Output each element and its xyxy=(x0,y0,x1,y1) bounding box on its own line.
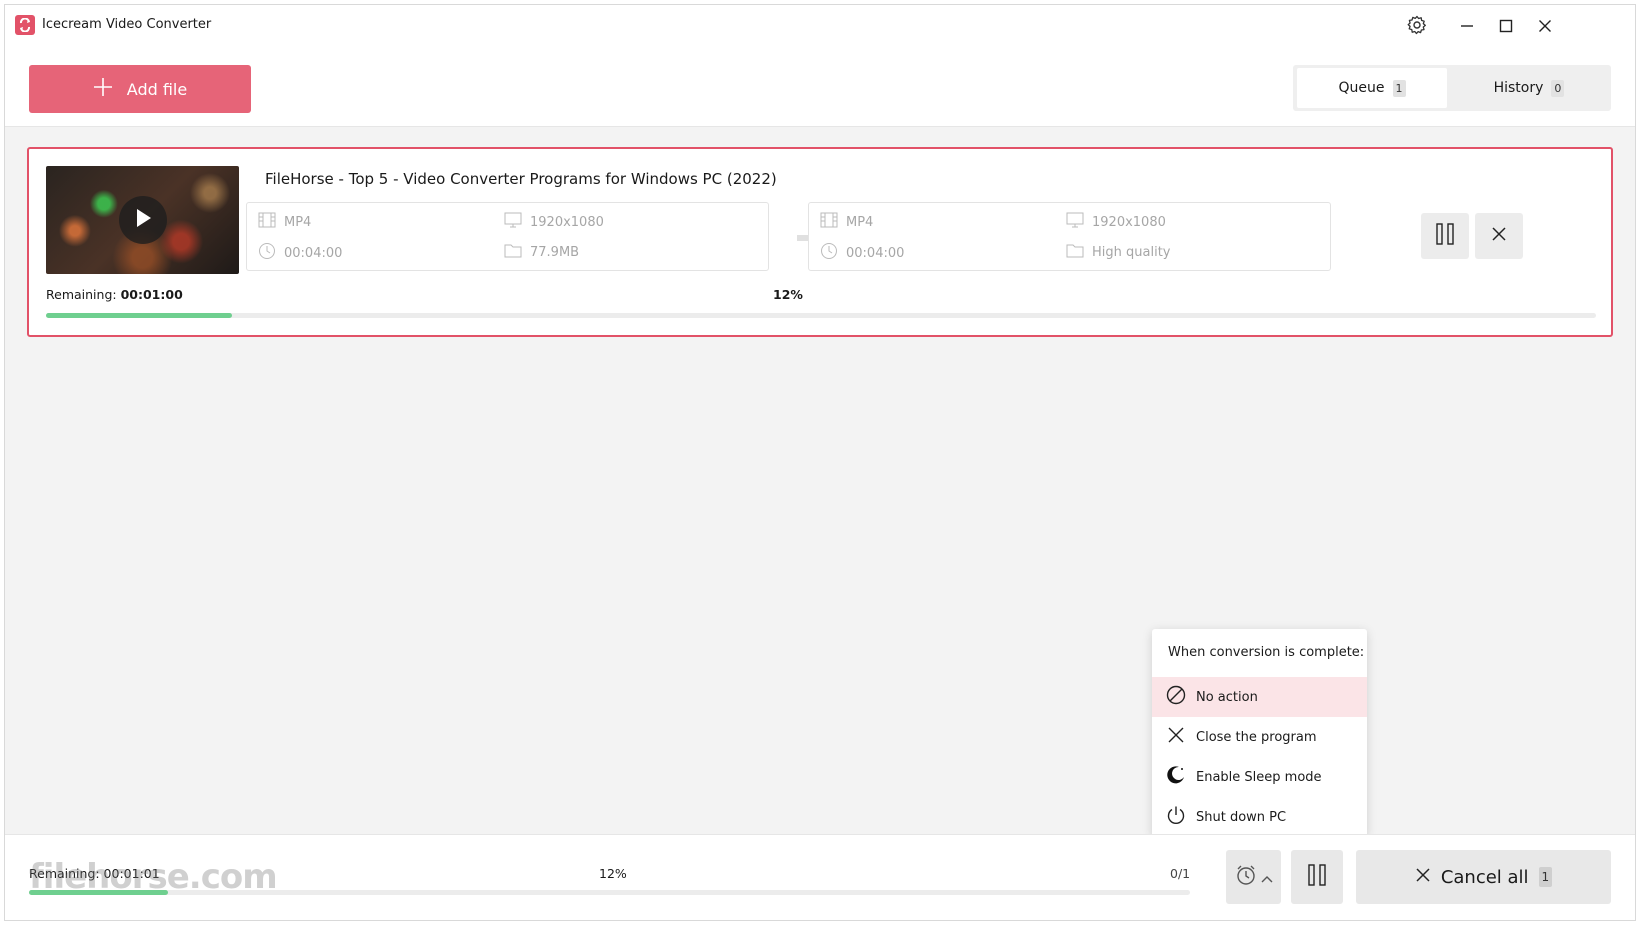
source-info-box: MP4 1920x1080 00:04:00 77.9MB xyxy=(246,202,769,271)
close-icon xyxy=(1166,725,1186,749)
no-action-icon xyxy=(1166,685,1186,709)
output-duration: 00:04:00 xyxy=(820,242,904,264)
chevron-up-icon xyxy=(1261,868,1273,887)
output-format-text: MP4 xyxy=(846,214,874,230)
output-quality-text: High quality xyxy=(1092,244,1171,260)
queue-item[interactable]: FileHorse - Top 5 - Video Converter Prog… xyxy=(27,147,1613,337)
source-size: 77.9MB xyxy=(504,242,579,262)
close-icon xyxy=(1538,18,1552,37)
output-settings-box[interactable]: MP4 1920x1080 00:04:00 High quality xyxy=(808,202,1331,271)
pause-icon xyxy=(1307,864,1327,890)
view-tabs: Queue 1 History 0 xyxy=(1293,65,1611,111)
close-window-button[interactable] xyxy=(1527,11,1563,43)
remove-item-button[interactable] xyxy=(1475,213,1523,259)
menu-item-label: Shut down PC xyxy=(1196,809,1287,825)
source-duration: 00:04:00 xyxy=(258,242,342,264)
video-thumbnail[interactable] xyxy=(46,166,239,274)
film-icon xyxy=(820,212,838,232)
item-progress-bar xyxy=(46,313,1596,318)
clock-icon xyxy=(258,242,276,264)
menu-item-close-program[interactable]: Close the program xyxy=(1152,717,1367,757)
monitor-icon xyxy=(1066,212,1084,232)
total-progress-fill xyxy=(29,890,169,895)
output-duration-text: 00:04:00 xyxy=(846,245,905,261)
plus-icon xyxy=(93,77,113,101)
folder-icon xyxy=(504,242,522,262)
source-format: MP4 xyxy=(258,212,311,232)
total-progress-bar xyxy=(29,890,1190,895)
item-progress-fill xyxy=(46,313,232,318)
title-bar: Icecream Video Converter xyxy=(5,5,1635,49)
file-title: FileHorse - Top 5 - Video Converter Prog… xyxy=(265,170,777,188)
moon-icon xyxy=(1166,765,1186,789)
source-size-text: 77.9MB xyxy=(530,244,580,260)
folder-icon xyxy=(1066,242,1084,262)
menu-item-sleep-mode[interactable]: Enable Sleep mode xyxy=(1152,757,1367,797)
source-resolution: 1920x1080 xyxy=(504,212,604,232)
menu-item-label: Close the program xyxy=(1196,729,1317,745)
cancel-all-button[interactable]: Cancel all 1 xyxy=(1356,850,1611,904)
maximize-button[interactable] xyxy=(1488,11,1524,43)
menu-item-shut-down[interactable]: Shut down PC xyxy=(1152,797,1367,837)
power-icon xyxy=(1166,805,1186,829)
app-window: Icecream Video Converter Add file Queue … xyxy=(5,5,1635,920)
output-quality: High quality xyxy=(1066,242,1170,262)
tab-queue-label: Queue xyxy=(1338,80,1385,96)
app-title: Icecream Video Converter xyxy=(42,17,212,32)
cancel-all-label: Cancel all xyxy=(1440,866,1529,888)
source-format-text: MP4 xyxy=(284,214,312,230)
tab-queue[interactable]: Queue 1 xyxy=(1297,68,1447,108)
alarm-clock-icon xyxy=(1235,864,1257,890)
item-remaining-label: Remaining: xyxy=(46,287,117,302)
source-duration-text: 00:04:00 xyxy=(284,245,343,261)
pause-all-button[interactable] xyxy=(1291,850,1343,904)
add-file-label: Add file xyxy=(126,79,188,99)
bottom-status-bar: Remaining: 00:01:01 12% 0/1 filehorse.co… xyxy=(5,834,1635,920)
output-format: MP4 xyxy=(820,212,873,232)
cancel-all-count-badge: 1 xyxy=(1538,867,1553,887)
total-percent: 12% xyxy=(599,866,627,881)
queue-count-badge: 1 xyxy=(1392,79,1406,97)
menu-item-label: Enable Sleep mode xyxy=(1196,769,1322,785)
close-icon xyxy=(1415,867,1431,888)
monitor-icon xyxy=(504,212,522,232)
item-remaining: Remaining: 00:01:00 xyxy=(46,287,183,302)
tab-history-label: History xyxy=(1493,80,1544,96)
play-button[interactable] xyxy=(119,196,167,244)
total-remaining: Remaining: 00:01:01 xyxy=(29,866,160,881)
film-icon xyxy=(258,212,276,232)
app-logo-icon xyxy=(15,15,35,35)
output-resolution: 1920x1080 xyxy=(1066,212,1166,232)
close-icon xyxy=(1491,226,1507,246)
menu-item-label: No action xyxy=(1196,689,1258,705)
completion-action-toggle[interactable] xyxy=(1226,850,1281,904)
output-resolution-text: 1920x1080 xyxy=(1092,214,1166,230)
pause-item-button[interactable] xyxy=(1421,213,1469,259)
menu-item-no-action[interactable]: No action xyxy=(1152,677,1367,717)
clock-icon xyxy=(820,242,838,264)
pause-icon xyxy=(1435,223,1455,249)
completion-action-menu: When conversion is complete: No action C… xyxy=(1152,629,1367,837)
settings-button[interactable] xyxy=(1399,11,1435,43)
minimize-button[interactable] xyxy=(1449,11,1485,43)
source-resolution-text: 1920x1080 xyxy=(530,214,604,230)
maximize-icon xyxy=(1499,18,1513,37)
completed-count: 0/1 xyxy=(1170,866,1191,881)
toolbar-header: Add file Queue 1 History 0 xyxy=(5,49,1635,127)
completion-menu-title: When conversion is complete: xyxy=(1168,645,1365,660)
item-remaining-value: 00:01:00 xyxy=(120,287,183,302)
history-count-badge: 0 xyxy=(1551,79,1565,97)
tab-history[interactable]: History 0 xyxy=(1451,68,1607,108)
gear-icon xyxy=(1407,15,1427,39)
minimize-icon xyxy=(1460,18,1474,37)
play-icon xyxy=(133,207,153,233)
item-percent: 12% xyxy=(773,287,803,302)
add-file-button[interactable]: Add file xyxy=(29,65,251,113)
